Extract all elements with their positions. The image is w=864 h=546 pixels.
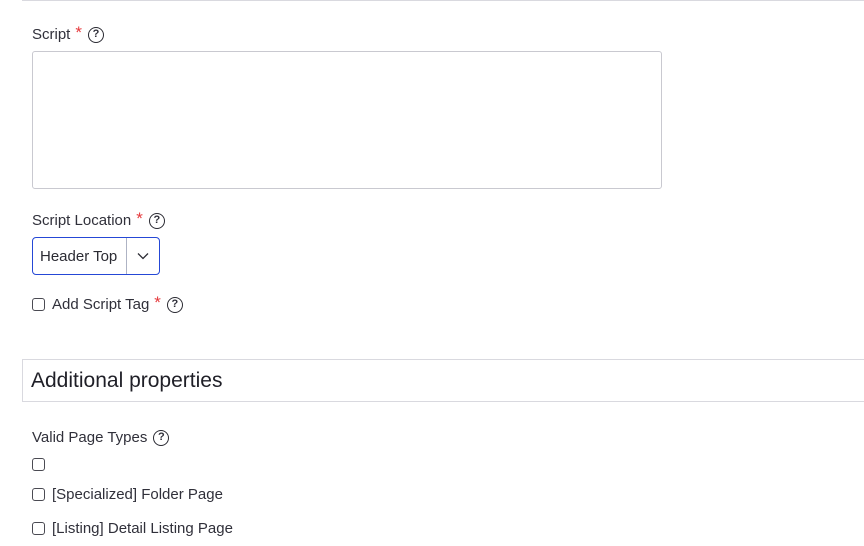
required-asterisk: * [154,293,161,312]
additional-properties-section: Additional properties [22,359,864,402]
page-type-option: [Specialized] Folder Page [32,486,223,503]
script-label: Script [32,26,71,43]
help-icon[interactable]: ? [148,212,165,229]
add-script-tag-row: Add Script Tag * ? [32,293,183,313]
required-asterisk: * [136,209,143,228]
valid-page-types-label-row: Valid Page Types ? [32,429,170,446]
chevron-down-icon[interactable] [127,238,159,274]
valid-page-types-label: Valid Page Types [32,429,148,446]
script-location-label: Script Location [32,212,132,229]
script-location-select[interactable]: Header Top [32,237,160,275]
script-label-row: Script * ? [32,23,104,43]
help-icon[interactable]: ? [153,429,170,446]
page-type-checkbox[interactable] [32,488,45,501]
page-type-option [32,458,52,471]
script-location-label-row: Script Location * ? [32,209,165,229]
help-icon[interactable]: ? [166,296,183,313]
top-divider [22,0,864,1]
page-type-checkbox[interactable] [32,458,45,471]
help-icon[interactable]: ? [87,26,104,43]
section-title: Additional properties [31,368,223,392]
add-script-tag-checkbox[interactable] [32,298,45,311]
page-type-label[interactable]: [Listing] Detail Listing Page [52,520,233,537]
page-type-label[interactable]: [Specialized] Folder Page [52,486,223,503]
script-textarea[interactable] [32,51,662,189]
add-script-tag-label[interactable]: Add Script Tag [52,296,149,313]
script-location-value: Header Top [40,247,118,265]
page-type-option: [Listing] Detail Listing Page [32,520,233,537]
page-type-checkbox[interactable] [32,522,45,535]
required-asterisk: * [75,23,82,42]
